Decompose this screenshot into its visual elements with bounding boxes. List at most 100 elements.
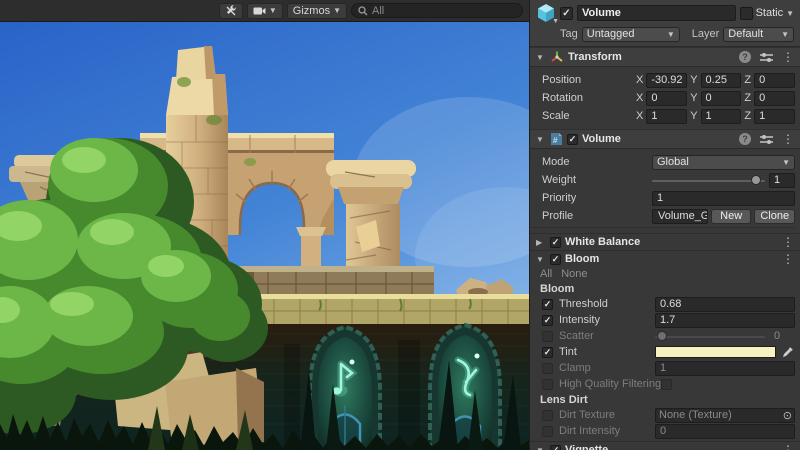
rotation-y-field[interactable]: 0 [701, 91, 742, 106]
profile-new-button[interactable]: New [711, 209, 752, 224]
profile-object-field[interactable]: Volume_Gl ⊙ [652, 209, 708, 224]
all-link[interactable]: All [540, 268, 552, 280]
help-icon[interactable]: ? [739, 133, 751, 145]
white-balance-header[interactable]: ▶ ✓ White Balance ⋮ [530, 233, 800, 250]
presets-icon[interactable] [760, 134, 773, 145]
white-balance-title: White Balance [565, 236, 640, 248]
threshold-override-checkbox[interactable]: ✓ [542, 299, 553, 310]
scatter-override-checkbox[interactable]: ✓ [542, 331, 553, 342]
volume-enabled-checkbox[interactable]: ✓ [567, 134, 578, 145]
dirt-intensity-field: 0 [655, 424, 795, 439]
unity-editor-window: ▼ Gizmos ▼ All [0, 0, 800, 450]
threshold-row: ✓ Threshold 0.68 [530, 297, 800, 311]
tag-dropdown[interactable]: Untagged ▼ [582, 27, 680, 42]
object-picker-icon[interactable]: ⊙ [783, 409, 792, 422]
gameobject-active-checkbox[interactable]: ✓ [560, 7, 573, 20]
gizmos-dropdown-arrow: ▼ [333, 6, 341, 15]
hqf-override-checkbox[interactable]: ✓ [542, 379, 553, 390]
tint-color-swatch[interactable] [655, 346, 776, 358]
profile-clone-button[interactable]: Clone [754, 209, 795, 224]
intensity-override-checkbox[interactable]: ✓ [542, 315, 553, 326]
scale-x-field[interactable]: 1 [646, 109, 687, 124]
profile-value: Volume_Gl [658, 210, 708, 222]
kebab-menu-icon[interactable]: ⋮ [782, 236, 794, 248]
gizmos-dropdown[interactable]: Gizmos ▼ [287, 3, 347, 19]
bloom-section-label: Bloom [530, 280, 800, 295]
wrench-icon [225, 5, 237, 17]
weight-slider[interactable] [652, 173, 765, 188]
threshold-field[interactable]: 0.68 [655, 297, 795, 312]
foldout-arrow[interactable]: ▼ [536, 53, 546, 62]
bloom-header[interactable]: ▼ ✓ Bloom ⋮ [530, 250, 800, 267]
dirt-intensity-label: Dirt Intensity [559, 425, 655, 437]
position-z-field[interactable]: 0 [754, 73, 795, 88]
mode-dropdown[interactable]: Global ▼ [652, 155, 795, 170]
none-link[interactable]: None [561, 268, 587, 280]
static-label: Static [756, 7, 784, 19]
help-icon[interactable]: ? [739, 51, 751, 63]
scene-tools-button[interactable] [219, 3, 243, 19]
tag-label: Tag [560, 28, 578, 40]
bloom-checkbox[interactable]: ✓ [550, 254, 561, 265]
rotation-z-field[interactable]: 0 [754, 91, 795, 106]
intensity-field[interactable]: 1.7 [655, 313, 795, 328]
static-dropdown-arrow[interactable]: ▼ [786, 9, 794, 18]
static-checkbox[interactable]: ✓ [740, 7, 753, 20]
priority-field[interactable]: 1 [652, 191, 795, 206]
position-x-field[interactable]: -30.92 [646, 73, 687, 88]
transform-body: Position X -30.92 Y 0.25 Z 0 Rotation X … [530, 67, 800, 129]
position-y-field[interactable]: 0.25 [701, 73, 742, 88]
transform-header[interactable]: ▼ Transform ? ⋮ [530, 47, 800, 67]
tag-value: Untagged [587, 28, 635, 40]
layer-label: Layer [692, 28, 720, 40]
scale-z-field[interactable]: 1 [754, 109, 795, 124]
axis-z-label: Z [744, 92, 751, 104]
priority-row: Priority 1 [530, 190, 795, 206]
axis-x-label: X [636, 74, 643, 86]
kebab-menu-icon[interactable]: ⋮ [782, 253, 794, 265]
transform-title: Transform [568, 51, 622, 63]
vignette-checkbox[interactable]: ✓ [550, 445, 561, 450]
foldout-arrow[interactable]: ▶ [536, 238, 546, 247]
volume-body: Mode Global ▼ Weight 1 [530, 149, 800, 233]
weight-label: Weight [530, 174, 636, 186]
kebab-menu-icon[interactable]: ⋮ [782, 444, 794, 450]
priority-label: Priority [530, 192, 636, 204]
weight-value-field[interactable]: 1 [769, 173, 795, 188]
foldout-arrow[interactable]: ▼ [536, 446, 546, 450]
scene-view[interactable]: ▼ Gizmos ▼ All [0, 0, 529, 450]
tint-row: ✓ Tint [530, 345, 800, 359]
gameobject-name-field[interactable]: Volume [577, 5, 736, 21]
mode-row: Mode Global ▼ [530, 154, 795, 170]
eyedropper-icon[interactable] [779, 345, 795, 359]
foldout-arrow[interactable]: ▼ [536, 255, 546, 264]
hqf-label: High Quality Filtering [559, 378, 661, 390]
tint-override-checkbox[interactable]: ✓ [542, 347, 553, 358]
scatter-value: 0 [769, 329, 795, 344]
dirt-intensity-override-checkbox[interactable]: ✓ [542, 426, 553, 437]
vignette-title: Vignette [565, 444, 608, 450]
vignette-header[interactable]: ▼ ✓ Vignette ⋮ [530, 441, 800, 450]
lens-dirt-section-label: Lens Dirt [530, 391, 800, 406]
axis-y-label: Y [690, 92, 697, 104]
dirt-texture-override-checkbox[interactable]: ✓ [542, 410, 553, 421]
scene-search-input[interactable]: All [351, 3, 523, 18]
white-balance-checkbox[interactable]: ✓ [550, 237, 561, 248]
clamp-override-checkbox[interactable]: ✓ [542, 363, 553, 374]
dirt-intensity-row: ✓ Dirt Intensity 0 [530, 424, 800, 438]
foldout-arrow[interactable]: ▼ [536, 135, 546, 144]
rotation-x-field[interactable]: 0 [646, 91, 687, 106]
scatter-label: Scatter [559, 330, 655, 342]
presets-icon[interactable] [760, 52, 773, 63]
scene-camera-button[interactable]: ▼ [247, 3, 283, 19]
kebab-menu-icon[interactable]: ⋮ [782, 51, 794, 63]
scale-y-field[interactable]: 1 [701, 109, 742, 124]
scatter-slider[interactable] [655, 329, 765, 344]
clamp-row: ✓ Clamp 1 [530, 361, 800, 375]
layer-dropdown[interactable]: Default ▼ [723, 27, 794, 42]
camera-icon [253, 6, 266, 16]
kebab-menu-icon[interactable]: ⋮ [782, 133, 794, 145]
volume-component-header[interactable]: ▼ # ✓ Volume ? ⋮ [530, 129, 800, 149]
dirt-texture-row: ✓ Dirt Texture None (Texture) ⊙ [530, 408, 800, 422]
gameobject-cube-icon[interactable]: ▼ [536, 3, 556, 23]
